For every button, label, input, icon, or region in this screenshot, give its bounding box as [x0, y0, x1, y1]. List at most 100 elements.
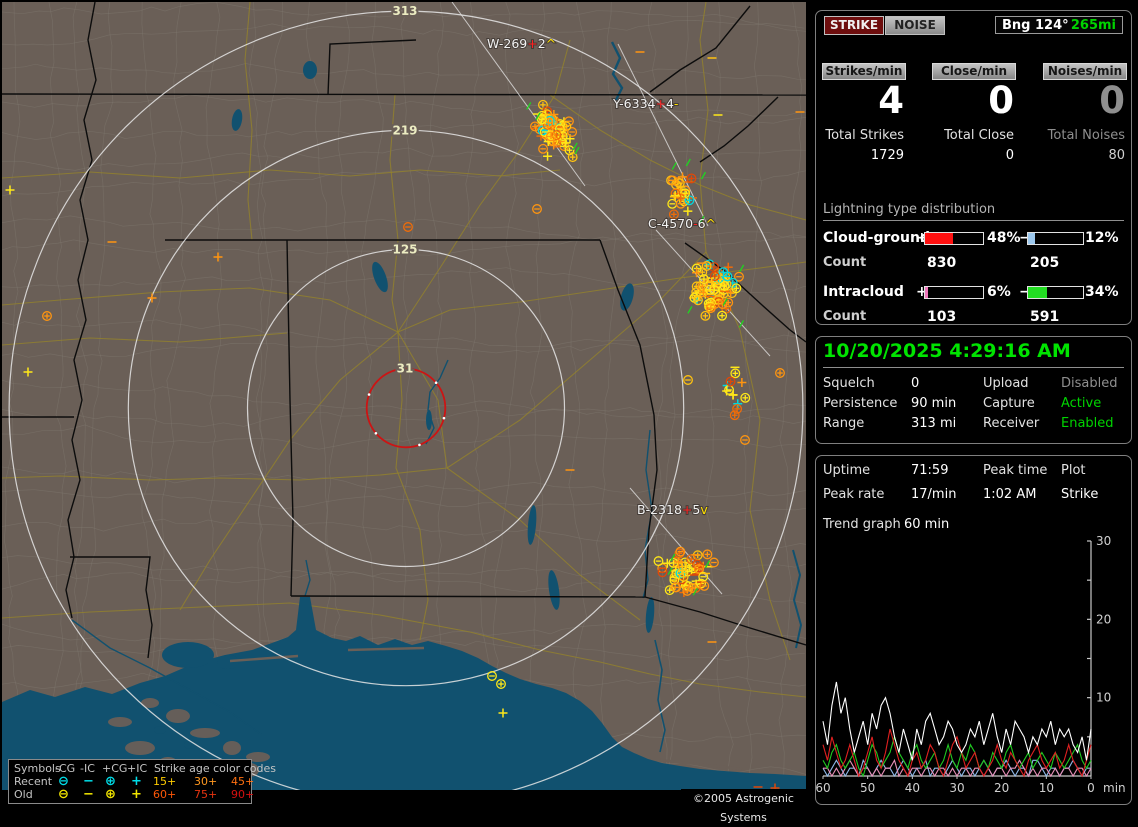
trend-ytick-30: 30 — [1096, 534, 1111, 548]
peak-time-value: 1:02 AM — [983, 487, 1037, 502]
datetime-display: 10/20/2025 4:29:16 AM — [823, 340, 1124, 368]
trend-xtick-10: 10 — [1039, 781, 1054, 795]
intracloud-label: Intracloud — [823, 284, 904, 300]
trend-xtick-40: 40 — [905, 781, 920, 795]
trend-series-Strikes — [822, 681, 1092, 761]
age-30: 30+ — [194, 775, 218, 788]
circle-minus-icon: ⊖ — [58, 787, 69, 802]
trend-graph-label: Trend graph — [823, 517, 901, 532]
receiver-status: Enabled — [1061, 416, 1114, 431]
age-45: 45+ — [231, 775, 255, 788]
upload-status: Disabled — [1061, 376, 1118, 391]
bearing-readout: Bng 124° 265mi — [995, 16, 1123, 34]
ic-neg-pct: 34% — [1085, 284, 1119, 300]
age-75: 75+ — [194, 788, 218, 801]
noise-button[interactable]: NOISE — [885, 16, 945, 35]
status-panel: 10/20/2025 4:29:16 AM Squelch 0 Upload D… — [815, 336, 1132, 444]
trend-ytick-20: 20 — [1096, 612, 1111, 626]
peak-rate-label: Peak rate — [823, 487, 885, 502]
trend-series--IC — [822, 734, 1092, 778]
cell-label-B-2318: B-2318+5v — [637, 502, 708, 517]
persistence-label: Persistence — [823, 396, 898, 411]
map-canvas[interactable]: 313 219 125 31 W-269+2^ Y-6334+4- C-4570-6^ B-2… — [2, 2, 806, 790]
strikes-per-min-value: 4 — [878, 79, 904, 122]
range-value: 313 mi — [911, 416, 957, 431]
close-per-min-value: 0 — [988, 79, 1014, 122]
age-15: 15+ — [153, 775, 177, 788]
cg-neg-pct: 12% — [1085, 230, 1119, 246]
trend-ytick-10: 10 — [1096, 691, 1111, 705]
squelch-value: 0 — [911, 376, 920, 391]
trend-graph: 10 20 30 60 50 40 30 20 10 0 min — [816, 534, 1126, 795]
strike-button[interactable]: STRIKE — [824, 16, 884, 35]
total-close-label: Total Close — [944, 128, 1014, 143]
ic-pos-bar — [924, 286, 984, 299]
cg-neg-fill — [1028, 233, 1035, 244]
cg-neg-bar — [1027, 232, 1084, 245]
total-strikes-value: 1729 — [870, 148, 904, 163]
total-noises-value: 80 — [1108, 148, 1125, 163]
ic-pos-count: 103 — [927, 309, 957, 325]
trend-x-unit: min — [1103, 781, 1126, 795]
capture-status: Active — [1061, 396, 1102, 411]
cg-pos-count: 830 — [927, 255, 957, 271]
cell-label-W-269: W-269+2^ — [487, 36, 556, 51]
cell-label-C-4570: C-4570-6^ — [648, 216, 716, 231]
close-per-min-button[interactable]: Close/min — [932, 63, 1016, 80]
persistence-value: 90 min — [911, 396, 957, 411]
plot-mode-value: Strike — [1061, 487, 1099, 502]
minus-icon: − — [83, 787, 94, 802]
squelch-label: Squelch — [823, 376, 875, 391]
ic-count-label: Count — [823, 309, 867, 324]
trend-xtick-20: 20 — [994, 781, 1009, 795]
legend-recent-label: Recent — [14, 775, 53, 788]
cg-count-label: Count — [823, 255, 867, 270]
age-60: 60+ — [153, 788, 177, 801]
trend-graph-range: 60 min — [904, 517, 950, 532]
total-strikes-label: Total Strikes — [825, 128, 904, 143]
uptime-value: 71:59 — [911, 463, 949, 478]
capture-label: Capture — [983, 396, 1035, 411]
trend-xtick-30: 30 — [949, 781, 964, 795]
ic-pos-pct: 6% — [987, 284, 1011, 300]
total-noises-label: Total Noises — [1047, 128, 1125, 143]
peak-time-label: Peak time — [983, 463, 1048, 478]
trend-xtick-0: 0 — [1087, 781, 1095, 795]
cloud-ground-label: Cloud-ground — [823, 230, 930, 246]
cg-pos-fill — [925, 233, 953, 244]
uptime-label: Uptime — [823, 463, 871, 478]
plus-icon: + — [131, 787, 142, 802]
age-90: 90+ — [231, 788, 255, 801]
ring-label-125: 125 — [392, 243, 417, 257]
ic-neg-fill — [1028, 287, 1047, 298]
cg-pos-bar — [924, 232, 984, 245]
lightning-map[interactable]: 313 219 125 31 W-269+2^ Y-6334+4- C-4570-6^ B-2… — [2, 2, 806, 790]
session-panel: Uptime 71:59 Peak time Plot Peak rate 17… — [815, 455, 1132, 805]
trend-xtick-50: 50 — [860, 781, 875, 795]
bearing-value: Bng 124° — [1002, 17, 1069, 33]
circle-plus-icon: ⊕ — [105, 787, 116, 802]
ic-neg-count: 591 — [1030, 309, 1060, 325]
legend-old-label: Old — [14, 788, 33, 801]
noises-per-min-button[interactable]: Noises/min — [1043, 63, 1127, 80]
plot-label: Plot — [1061, 463, 1086, 478]
strikes-per-min-button[interactable]: Strikes/min — [822, 63, 906, 80]
noises-per-min-value: 0 — [1099, 79, 1125, 122]
legend-header-agecodes: Strike age color codes — [154, 762, 276, 775]
distribution-title: Lightning type distribution — [823, 202, 1124, 221]
ring-label-219: 219 — [392, 123, 417, 137]
rates-panel: STRIKE NOISE Bng 124° 265mi Strikes/min … — [815, 10, 1132, 325]
ic-neg-bar — [1027, 286, 1084, 299]
total-close-value: 0 — [1005, 148, 1014, 163]
cg-neg-count: 205 — [1030, 255, 1060, 271]
range-label: Range — [823, 416, 865, 431]
legend-header-symbols: Symbols — [14, 762, 61, 775]
cg-pos-pct: 48% — [987, 230, 1021, 246]
distance-value: 265mi — [1070, 17, 1116, 33]
copyright-text: ©2005 Astrogenic Systems — [681, 789, 806, 824]
receiver-label: Receiver — [983, 416, 1040, 431]
peak-rate-value: 17/min — [911, 487, 957, 502]
nexstorm-app: { "colors": { "land": "#6a5f57", "water"… — [0, 0, 1138, 824]
upload-label: Upload — [983, 376, 1029, 391]
ring-label-313: 313 — [392, 4, 417, 18]
